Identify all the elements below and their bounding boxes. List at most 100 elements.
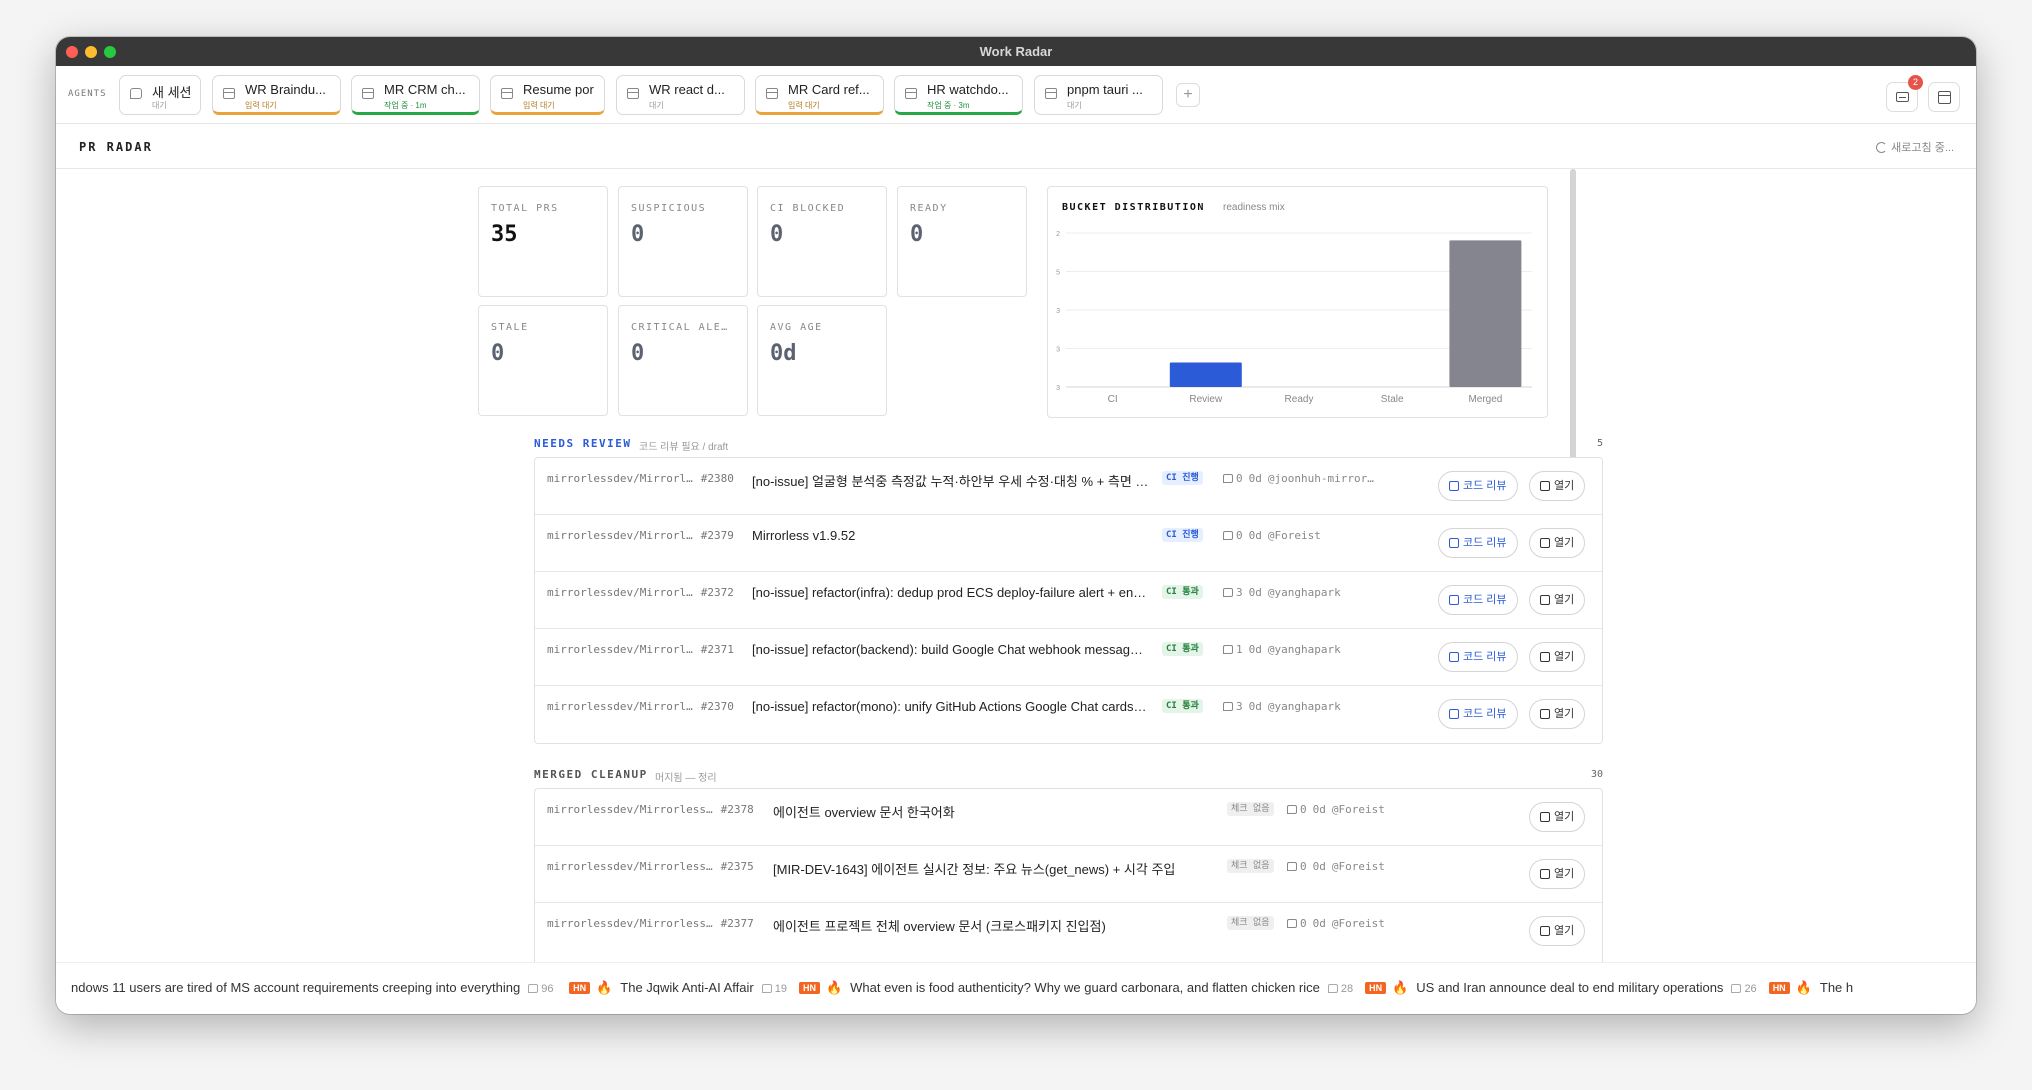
fire-icon: 🔥 — [596, 980, 613, 995]
code-review-label: 코드 리뷰 — [1463, 594, 1507, 606]
window-icon — [905, 88, 917, 99]
agent-tab[interactable]: 새 세션 대기 — [119, 75, 201, 115]
inbox-button[interactable]: 2 — [1886, 75, 1923, 112]
code-review-icon — [1449, 538, 1459, 548]
ticker-track: ndows 11 users are tired of MS account r… — [71, 980, 1865, 996]
open-button[interactable]: 열기 — [1529, 916, 1586, 946]
window-icon — [627, 88, 639, 99]
pr-title[interactable]: 에이전트 프로젝트 전체 overview 문서 (크로스패키지 진입점) — [773, 916, 1106, 935]
open-button[interactable]: 열기 — [1529, 642, 1586, 672]
open-label: 열기 — [1554, 594, 1575, 606]
pr-author: @Foreist — [1331, 803, 1385, 816]
agent-tab[interactable]: MR CRM ch... 작업 중 · 1m — [351, 75, 480, 115]
open-button[interactable]: 열기 — [1529, 585, 1586, 615]
stat-label: SUSPICIOUS — [631, 203, 707, 214]
open-button[interactable]: 열기 — [1529, 699, 1586, 729]
pr-repo-name: mirrorlessdev/Mirrorl… — [547, 586, 693, 599]
stat-card-avg-age: AVG AGE 0d — [757, 305, 887, 416]
code-review-button[interactable]: 코드 리뷰 — [1438, 642, 1518, 672]
chart-y-tick-label: 3 — [1056, 385, 1060, 392]
open-label: 열기 — [1554, 925, 1575, 937]
comment-icon — [1287, 805, 1297, 814]
open-button[interactable]: 열기 — [1529, 471, 1586, 501]
stat-card-ci-blocked: CI BLOCKED 0 — [757, 186, 887, 297]
window-icon — [362, 88, 374, 99]
open-button[interactable]: 열기 — [1529, 859, 1586, 889]
ticker-item-comments: 26 — [1731, 983, 1757, 995]
agent-tab[interactable]: WR Braindu... 입력 대기 — [212, 75, 341, 115]
open-button[interactable]: 열기 — [1529, 528, 1586, 558]
agent-tab[interactable]: HR watchdo... 작업 중 · 3m — [894, 75, 1023, 115]
pr-row[interactable]: mirrorlessdev/Mirrorl… #2380 [no-issue] 얼굴… — [535, 458, 1602, 515]
comment-icon — [1287, 919, 1297, 928]
pr-repo-name: mirrorlessdev/Mirrorless… — [547, 803, 713, 816]
external-link-icon — [1540, 926, 1550, 936]
page-header: PR RADAR 새로고침 중... — [56, 124, 1976, 169]
bucket-distribution-card: BUCKET DISTRIBUTION readiness mix 2 5 3 3 3 C… — [1047, 186, 1548, 418]
window-title: Work Radar — [979, 44, 1053, 59]
open-label: 열기 — [1554, 708, 1575, 720]
pr-row[interactable]: mirrorlessdev/Mirrorless… #2378 에이전트 overv… — [535, 789, 1602, 846]
agent-tab-name: MR Card ref... — [788, 82, 870, 97]
code-review-label: 코드 리뷰 — [1463, 537, 1507, 549]
pr-title[interactable]: [no-issue] refactor(mono): unify GitHub … — [752, 699, 1147, 714]
agents-label: AGENTS — [68, 89, 107, 99]
pr-title[interactable]: [no-issue] 얼굴형 분석중 측정값 누적·하안부 우세 수정·대칭 %… — [752, 471, 1150, 490]
agent-tab[interactable]: Resume por 입력 대기 — [490, 75, 605, 115]
agent-tab-name: WR react d... — [649, 82, 725, 97]
add-agent-button[interactable]: + — [1176, 83, 1200, 107]
ticker-item[interactable]: HN 🔥 The h — [1768, 980, 1853, 996]
code-review-button[interactable]: 코드 리뷰 — [1438, 699, 1518, 729]
ticker-item[interactable]: ndows 11 users are tired of MS account r… — [71, 980, 553, 995]
stat-card-suspicious: SUSPICIOUS 0 — [618, 186, 748, 297]
chart-x-tick-label: Review — [1189, 394, 1223, 405]
window-icon — [501, 88, 513, 99]
pr-row[interactable]: mirrorlessdev/Mirrorless… #2375 [MIR-DEV-1… — [535, 846, 1602, 903]
pr-number: #2370 — [700, 700, 734, 713]
code-review-button[interactable]: 코드 리뷰 — [1438, 528, 1518, 558]
fire-icon: 🔥 — [825, 980, 843, 995]
pr-row[interactable]: mirrorlessdev/Mirrorl… #2379 Mirrorless v1… — [535, 515, 1602, 572]
agent-tab[interactable]: WR react d... 대기 — [616, 75, 745, 115]
needs-review-subtitle: 코드 리뷰 필요 / draft — [639, 442, 729, 453]
pr-row[interactable]: mirrorlessdev/Mirrorl… #2371 [no-issue] re… — [535, 629, 1602, 686]
pr-row[interactable]: mirrorlessdev/Mirrorless… #2377 에이전트 프로젝트 … — [535, 903, 1602, 960]
ticker-item[interactable]: HN 🔥 US and Iran announce deal to end mili… — [1365, 980, 1757, 996]
merged-cleanup-list: mirrorlessdev/Mirrorless… #2378 에이전트 overv… — [534, 788, 1603, 962]
code-review-button[interactable]: 코드 리뷰 — [1438, 471, 1518, 501]
pr-row[interactable]: mirrorlessdev/Mirrorl… #2372 [no-issue] re… — [535, 572, 1602, 629]
pr-title[interactable]: Mirrorless v1.9.52 — [752, 528, 855, 543]
pr-repo-name: mirrorlessdev/Mirrorl… — [547, 700, 693, 713]
pr-row[interactable]: mirrorlessdev/Mirrorl… #2370 [no-issue] re… — [535, 686, 1602, 743]
calendar-button[interactable] — [1928, 82, 1960, 112]
agent-tab[interactable]: MR Card ref... 입력 대기 — [755, 75, 884, 115]
comment-count: 0 — [1300, 803, 1307, 816]
chart-y-tick-label: 5 — [1056, 270, 1060, 277]
hn-badge: HN — [569, 982, 591, 994]
open-button[interactable]: 열기 — [1529, 802, 1586, 832]
pr-title[interactable]: [no-issue] refactor(infra): dedup prod E… — [752, 585, 1146, 600]
ticker-comment-count: 28 — [1340, 983, 1354, 995]
ticker-item[interactable]: HN 🔥 The Jqwik Anti-AI Affair 19 — [569, 980, 787, 996]
open-label: 열기 — [1554, 651, 1575, 663]
code-review-button[interactable]: 코드 리뷰 — [1438, 585, 1518, 615]
external-link-icon — [1540, 709, 1550, 719]
agent-tab-status: 대기 — [152, 101, 167, 110]
pr-title[interactable]: [MIR-DEV-1643] 에이전트 실시간 정보: 주요 뉴스(get_ne… — [773, 859, 1175, 878]
stat-value: 0 — [910, 222, 924, 247]
pr-title[interactable]: 에이전트 overview 문서 한국어화 — [773, 802, 955, 821]
ci-status-badge: CI 통과 — [1162, 585, 1203, 599]
hn-badge: HN — [1365, 982, 1387, 994]
stat-card-critical-ale: CRITICAL ALE… 0 — [618, 305, 748, 416]
refresh-status[interactable]: 새로고침 중... — [1876, 139, 1954, 155]
ticker-item[interactable]: HN 🔥 What even is food authenticity? Why w… — [798, 980, 1354, 996]
pr-title[interactable]: [no-issue] refactor(backend): build Goog… — [752, 642, 1143, 657]
merged-cleanup-subtitle: 머지됨 — 정리 — [655, 773, 717, 784]
pr-author: @yanghapark — [1267, 643, 1341, 656]
agent-tab[interactable]: pnpm tauri ... 대기 — [1034, 75, 1163, 115]
stat-value: 0 — [770, 222, 784, 247]
app-window: Work Radar AGENTS 새 세션 대기 WR Braindu... 입력 … — [56, 37, 1976, 1014]
agent-tab-status: 입력 대기 — [245, 101, 277, 110]
stat-label: STALE — [491, 322, 529, 333]
agent-tab-status: 입력 대기 — [523, 101, 555, 110]
